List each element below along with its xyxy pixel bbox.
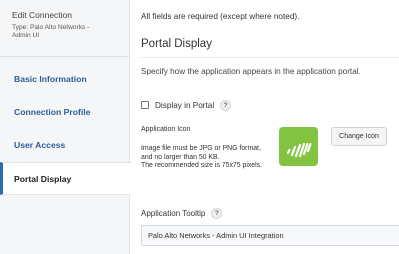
icon-help-line: and no larger than 50 KB. [141,153,220,161]
required-note: All fields are required (except where no… [141,12,300,21]
application-tooltip-input[interactable]: Palo Alto Networks - Admin UI Integratio… [141,225,399,246]
help-icon[interactable]: ? [220,99,232,111]
icon-help-line: Image file must be JPG or PNG format, [141,145,261,152]
connection-title: Edit Connection [12,10,73,20]
help-icon[interactable]: ? [211,207,223,219]
connection-header: Edit Connection Type: Palo Alto Networks… [12,10,127,40]
display-in-portal-checkbox[interactable] [141,101,149,109]
main-content: All fields are required (except where no… [141,0,399,254]
display-in-portal-label[interactable]: Display in Portal [155,101,214,110]
icon-help-line: The recommended size is 75x75 pixels. [141,162,263,170]
sidebar-item-basic-information[interactable]: Basic Information [0,63,130,96]
sidebar-item-portal-display[interactable]: Portal Display [0,162,131,195]
sidebar-divider [0,56,130,57]
section-divider [141,57,399,58]
section-title: Portal Display [141,38,212,50]
section-description: Specify how the application appears in t… [141,67,361,76]
application-icon-label: Application Icon [141,126,191,133]
palo-alto-logo-icon [279,127,318,166]
application-tooltip-row: Application Tooltip ? [141,207,223,219]
display-in-portal-row: Display in Portal ? [141,99,232,111]
connection-type-line2: Admin UI [12,32,40,39]
change-icon-button[interactable]: Change Icon [331,127,387,146]
sidebar: Edit Connection Type: Palo Alto Networks… [0,0,131,254]
connection-type-line1: Type: Palo Alto Networks - [12,24,90,31]
application-icon-help: Image file must be JPG or PNG format, an… [141,145,271,171]
application-tooltip-label: Application Tooltip [141,208,206,218]
sidebar-item-connection-profile[interactable]: Connection Profile [0,96,130,129]
sidebar-item-user-access[interactable]: User Access [0,129,130,162]
connection-type: Type: Palo Alto Networks - Admin UI [12,24,127,40]
